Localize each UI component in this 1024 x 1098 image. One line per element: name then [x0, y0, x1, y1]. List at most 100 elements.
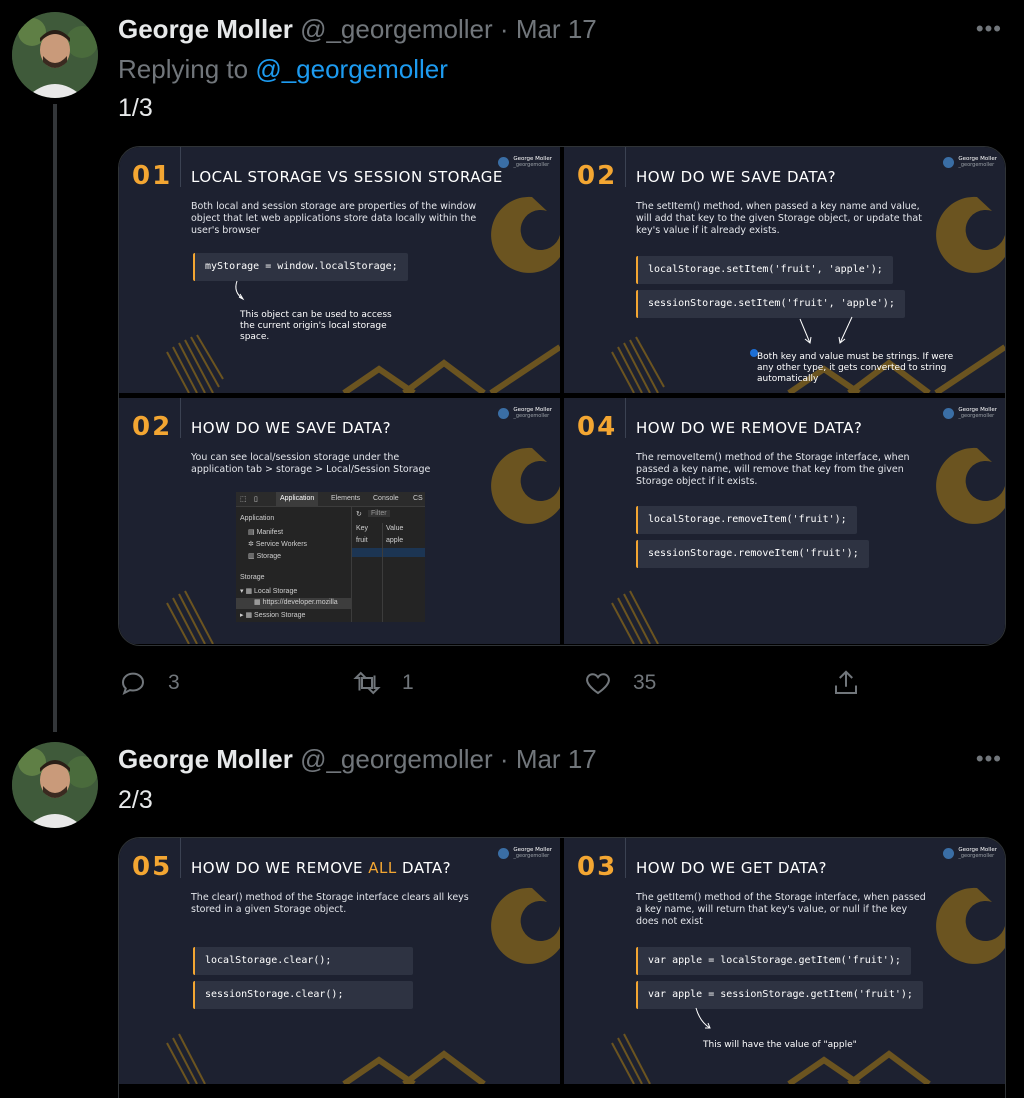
brand-avatar	[498, 407, 510, 419]
author-handle[interactable]: @_georgemoller	[300, 744, 493, 774]
brand-badge: George Moller _georgemoller	[498, 407, 552, 419]
tree-item: ✲ Service Workers	[248, 540, 307, 548]
dot-separator: ·	[499, 14, 509, 44]
code-snippet: sessionStorage.clear();	[193, 981, 413, 1009]
grid-icon: ▦	[254, 599, 263, 606]
tree-item-label: Session Storage	[254, 612, 306, 619]
author-name[interactable]: George Moller	[118, 744, 293, 774]
brand-avatar	[943, 407, 955, 419]
tweet-text: 1/3	[118, 94, 153, 122]
divider	[625, 398, 626, 438]
device-icon: ▯	[254, 496, 258, 503]
refresh-icon: ↻	[356, 511, 362, 518]
tweet-actions: 3 1 35	[118, 668, 878, 704]
retweet-icon	[353, 671, 381, 695]
tweet-date[interactable]: Mar 17	[516, 14, 597, 44]
slide-image[interactable]: 01 LOCAL STORAGE VS SESSION STORAGE Geor…	[119, 147, 560, 393]
slide-image[interactable]: 02 HOW DO WE SAVE DATA? George Moller _ge…	[564, 147, 1005, 393]
tree-item: ▾ ▦ Local Storage	[240, 587, 297, 595]
brand-handle: _georgemoller	[513, 413, 550, 419]
chevron-right-icon: ▸ ▦	[240, 612, 255, 619]
tree-item: ▦ https://developer.mozilla	[236, 598, 351, 609]
code-snippet: localStorage.clear();	[193, 947, 413, 975]
slide-number: 05	[132, 852, 173, 882]
brand-badge: George Moller _georgemoller	[498, 847, 552, 859]
inspect-icon: ⬚	[240, 496, 247, 503]
author-handle[interactable]: @_georgemoller	[300, 14, 493, 44]
code-snippet: localStorage.removeItem('fruit');	[636, 506, 857, 534]
tree-item-label: Local Storage	[254, 588, 298, 595]
slide-title: HOW DO WE REMOVE DATA?	[636, 419, 863, 437]
more-icon[interactable]: •••	[976, 746, 1002, 772]
devtools-tab-console: Console	[373, 495, 399, 502]
avatar[interactable]	[12, 742, 98, 828]
devtools-sidebar: Application ▤ Manifest ✲ Service Workers…	[236, 507, 352, 622]
author-name[interactable]: George Moller	[118, 14, 293, 44]
title-part: DATA?	[396, 859, 452, 877]
slide-image[interactable]: 02 HOW DO WE SAVE DATA? George Moller _ge…	[119, 398, 560, 644]
column-key: Key	[356, 525, 369, 532]
database-icon: ▥	[248, 553, 257, 560]
retweet-count: 1	[402, 671, 414, 694]
section-heading: Application	[240, 515, 275, 522]
devtools-tab-application: Application	[276, 492, 319, 506]
slide-number: 04	[577, 412, 618, 442]
reply-count: 3	[168, 671, 180, 694]
tree-item: ▸ ▦ Session Storage	[240, 611, 305, 619]
slide-image[interactable]: 05 HOW DO WE REMOVE ALL DATA? George Mol…	[119, 838, 560, 1084]
column-value: Value	[386, 525, 404, 532]
retweet-button[interactable]: 1	[352, 668, 414, 698]
avatar-image	[12, 742, 98, 828]
avatar[interactable]	[12, 12, 98, 98]
slide-image[interactable]: 03 HOW DO WE GET DATA? George Moller _geo…	[564, 838, 1005, 1084]
image-grid[interactable]: 01 LOCAL STORAGE VS SESSION STORAGE Geor…	[118, 146, 1006, 646]
arrow-icon	[235, 280, 245, 301]
cell-key: fruit	[356, 537, 368, 544]
column-divider	[382, 523, 383, 622]
share-icon	[835, 670, 857, 694]
tweet-header: George Moller @_georgemoller · Mar 17	[118, 744, 597, 775]
devtools-tab-elements: Elements	[331, 495, 361, 502]
like-icon	[586, 673, 610, 695]
replying-to: Replying to @_georgemoller	[118, 54, 448, 85]
slide-number: 02	[132, 412, 173, 442]
slide-title: HOW DO WE REMOVE ALL DATA?	[191, 859, 451, 877]
slide-description: You can see local/session storage under …	[191, 452, 431, 475]
brand-badge: George Moller _georgemoller	[943, 407, 997, 419]
dot-separator: ·	[499, 744, 509, 774]
devtools-screenshot: ⬚ ▯ Application Elements Console CS Appl…	[236, 492, 425, 622]
image-grid[interactable]: 05 HOW DO WE REMOVE ALL DATA? George Mol…	[118, 837, 1006, 1098]
brand-handle: _georgemoller	[958, 413, 995, 419]
slide-description: The clear() method of the Storage interf…	[191, 892, 469, 915]
divider	[180, 398, 181, 438]
devtools-table: ↻ Filter Key Value fruit apple	[352, 507, 425, 622]
slide-note: Both key and value must be strings. If w…	[757, 352, 954, 384]
more-icon[interactable]: •••	[976, 16, 1002, 42]
like-button[interactable]: 35	[583, 668, 656, 698]
cell-value: apple	[386, 537, 404, 544]
chevron-down-icon: ▾ ▦	[240, 588, 255, 595]
like-count: 35	[633, 671, 657, 694]
tweet-date[interactable]: Mar 17	[516, 744, 597, 774]
reply-mention-link[interactable]: @_georgemoller	[255, 54, 448, 84]
share-button[interactable]	[831, 668, 861, 698]
devtools-tabbar: ⬚ ▯ Application Elements Console CS	[236, 492, 425, 507]
avatar-image	[12, 12, 98, 98]
thread-line	[53, 104, 57, 732]
reply-icon	[121, 672, 145, 696]
brand-avatar	[498, 847, 510, 859]
reply-button[interactable]: 3	[118, 668, 180, 698]
file-icon: ▤	[248, 529, 257, 536]
gear-icon: ✲	[248, 541, 256, 548]
divider	[180, 838, 181, 878]
tree-item-label: Service Workers	[255, 541, 308, 548]
tweet-text: 2/3	[118, 786, 153, 814]
slide-image[interactable]: 04 HOW DO WE REMOVE DATA? George Moller _…	[564, 398, 1005, 644]
slide-note: This object can be used to access the cu…	[240, 310, 392, 342]
selected-row	[352, 548, 425, 557]
section-heading: Storage	[240, 574, 265, 581]
reply-prefix: Replying to	[118, 54, 249, 84]
slide-note: This will have the value of "apple"	[703, 1040, 857, 1050]
title-part: HOW DO WE REMOVE	[191, 859, 369, 877]
devtools-tab-css: CS	[413, 495, 423, 502]
